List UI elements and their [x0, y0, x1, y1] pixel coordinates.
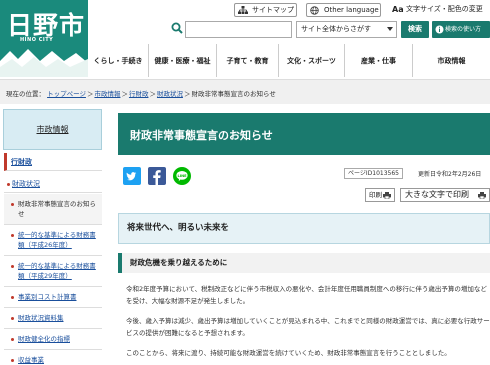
sitemap-icon [238, 6, 248, 14]
sidebar-item-label: 収益事業 [18, 356, 44, 364]
main-content: 財政非常事態宣言のお知らせ LINE ページID1013565 更新日令和2年2… [118, 105, 490, 365]
sidebar-item-label: 統一的な基準による財務書類（平成26年度） [18, 231, 96, 249]
line-share-button[interactable]: LINE [173, 167, 191, 185]
sidebar: 市政情報 行財政 財政状況 財政非常事態宣言のお知らせ 統一的な基準による財務書… [0, 105, 105, 365]
subsection-heading-crisis: 財政危機を乗り越えるために [118, 253, 490, 273]
sidebar-list: 財政非常事態宣言のお知らせ 統一的な基準による財務書類（平成26年度） 統一的な… [4, 194, 102, 365]
sidebar-item-label: 財政状況資料集 [18, 314, 64, 322]
bullet-icon [11, 203, 14, 206]
search-input[interactable] [185, 21, 292, 38]
svg-text:LINE: LINE [177, 174, 187, 178]
breadcrumb-link-administration[interactable]: 行財政 [129, 90, 149, 98]
sidebar-subcategory-label: 財政状況 [12, 180, 40, 188]
sidebar-category[interactable]: 行財政 [4, 153, 102, 171]
nav-item-industry[interactable]: 産業・仕事 [344, 44, 412, 77]
nav-item-city-info[interactable]: 市政情報 [412, 44, 490, 77]
line-icon: LINE [176, 171, 188, 182]
updated-date: 更新日令和2年2月26日 [418, 171, 482, 178]
print-large-label: 大きな文字で印刷 [405, 190, 469, 199]
breadcrumb-prefix: 現在の位置： [6, 90, 45, 98]
bullet-icon [11, 317, 14, 320]
sidebar-item-label: 財政非常事態宣言のお知らせ [18, 200, 96, 218]
search-scope-value: サイト全体からさがす [301, 25, 371, 33]
breadcrumb-bar: 現在の位置： トップページ＞市政情報＞行財政＞財政状況＞財政非常事態宣言のお知ら… [0, 79, 490, 104]
page-title-bar: 財政非常事態宣言のお知らせ [118, 113, 490, 155]
printer-icon [383, 192, 391, 199]
main-nav: くらし・手続き 健康・医療・福祉 子育て・教育 文化・スポーツ 産業・仕事 市政… [88, 44, 490, 77]
breadcrumb-current: 財政非常事態宣言のお知らせ [191, 90, 276, 98]
print-button[interactable]: 印刷 [365, 188, 395, 202]
nav-item-childcare[interactable]: 子育て・教育 [216, 44, 278, 77]
info-icon [435, 25, 444, 34]
nav-item-living[interactable]: くらし・手続き [88, 44, 148, 77]
search-scope-select[interactable]: サイト全体からさがす [296, 21, 397, 38]
bullet-icon [11, 234, 14, 237]
twitter-share-button[interactable] [123, 167, 141, 185]
sidebar-item-financial-statements-h29[interactable]: 統一的な基準による財務書類（平成29年度） [4, 256, 102, 287]
breadcrumb-link-top[interactable]: トップページ [47, 90, 86, 98]
sidebar-item-emergency-declaration[interactable]: 財政非常事態宣言のお知らせ [4, 194, 102, 225]
sitemap-link[interactable]: サイトマップ [234, 3, 297, 17]
paragraph-outlook: 今後、歳入予算は減少、歳出予算は増加していくことが見込まれる中、これまでと同様の… [126, 317, 490, 337]
sidebar-item-label: 事業別コスト計算書 [18, 293, 77, 301]
text-size-link[interactable]: Aa 文字サイズ・配色の変更 [390, 3, 490, 17]
sitemap-label: サイトマップ [252, 6, 294, 14]
print-label: 印刷 [369, 191, 382, 199]
twitter-icon [126, 172, 137, 181]
globe-icon [310, 5, 319, 15]
language-label: Other language [324, 6, 379, 14]
print-large-button[interactable]: 大きな文字で印刷 [400, 188, 490, 202]
printer-icon [478, 192, 486, 199]
search-howto-label: 検索の使い方 [445, 26, 482, 33]
breadcrumb-link-finance[interactable]: 財政状況 [157, 90, 183, 98]
search-icon [171, 22, 183, 34]
nav-item-culture[interactable]: 文化・スポーツ [278, 44, 344, 77]
bullet-icon [11, 359, 14, 362]
site-logo[interactable]: 日野市 HINO CITY [0, 0, 88, 77]
page-id: ページID1013565 [344, 168, 403, 179]
breadcrumb: 現在の位置： トップページ＞市政情報＞行財政＞財政状況＞財政非常事態宣言のお知ら… [6, 90, 276, 98]
section-heading-future: 将来世代へ、明るい未来を [118, 213, 490, 244]
sidebar-subcategory[interactable]: 財政状況 [4, 175, 102, 193]
bullet-icon [11, 338, 14, 341]
sidebar-heading[interactable]: 市政情報 [3, 109, 102, 150]
text-size-icon: Aa [392, 5, 404, 14]
language-link[interactable]: Other language [306, 3, 381, 17]
sidebar-item-financial-data[interactable]: 財政状況資料集 [4, 308, 102, 329]
facebook-icon [153, 170, 161, 185]
paragraph-budget-shortfall: 令和2年度予算において、税制改正などに伴う市税収入の悪化や、会計年度任用職員制度… [126, 285, 487, 305]
facebook-share-button[interactable] [148, 167, 166, 185]
logo-sub: HINO CITY [20, 37, 54, 43]
chevron-down-icon [387, 27, 393, 31]
bullet-icon [11, 296, 14, 299]
sidebar-heading-label: 市政情報 [36, 125, 69, 134]
sidebar-item-financial-statements-h26[interactable]: 統一的な基準による財務書類（平成26年度） [4, 225, 102, 256]
nav-item-health[interactable]: 健康・医療・福祉 [148, 44, 216, 77]
sidebar-item-label: 統一的な基準による財務書類（平成29年度） [18, 262, 96, 280]
sidebar-item-profit-business[interactable]: 収益事業 [4, 350, 102, 365]
text-size-label: 文字サイズ・配色の変更 [406, 5, 483, 13]
breadcrumb-link-city-info[interactable]: 市政情報 [94, 90, 120, 98]
mountain-icon [0, 49, 88, 77]
bullet-icon [7, 183, 10, 186]
paragraph-declaration: このことから、将来に渡り、持続可能な財政運営を続けていくため、財政非常事態宣言を… [126, 349, 451, 357]
sidebar-item-label: 財政健全化の指標 [18, 335, 70, 343]
sidebar-item-soundness-indicators[interactable]: 財政健全化の指標 [4, 329, 102, 350]
search-howto-button[interactable]: 検索の使い方 [432, 21, 490, 38]
page-title: 財政非常事態宣言のお知らせ [130, 129, 273, 142]
sidebar-item-cost-statement[interactable]: 事業別コスト計算書 [4, 287, 102, 308]
search-button[interactable]: 検索 [401, 21, 429, 38]
bullet-icon [11, 265, 14, 268]
